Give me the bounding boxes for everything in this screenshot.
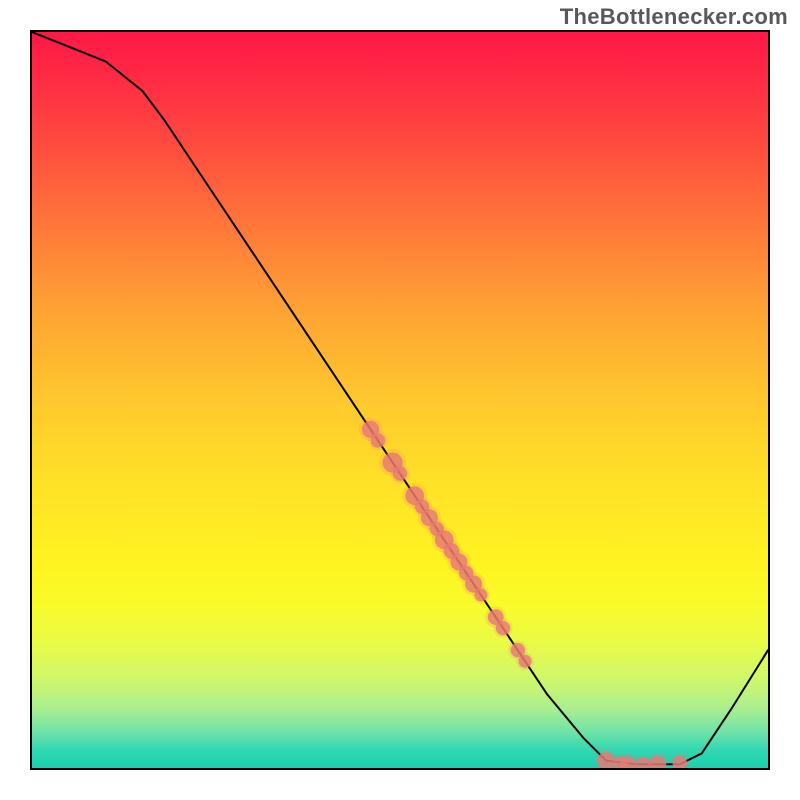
chart-svg (32, 32, 768, 768)
chart-point (475, 589, 488, 602)
chart-plot-area (30, 30, 770, 770)
source-label: TheBottlenecker.com (560, 4, 788, 30)
chart-point (496, 621, 510, 635)
chart-point (519, 655, 532, 668)
chart-points (359, 418, 690, 768)
bottleneck-curve (32, 32, 768, 764)
chart-point (371, 433, 385, 447)
chart-point (393, 466, 407, 480)
